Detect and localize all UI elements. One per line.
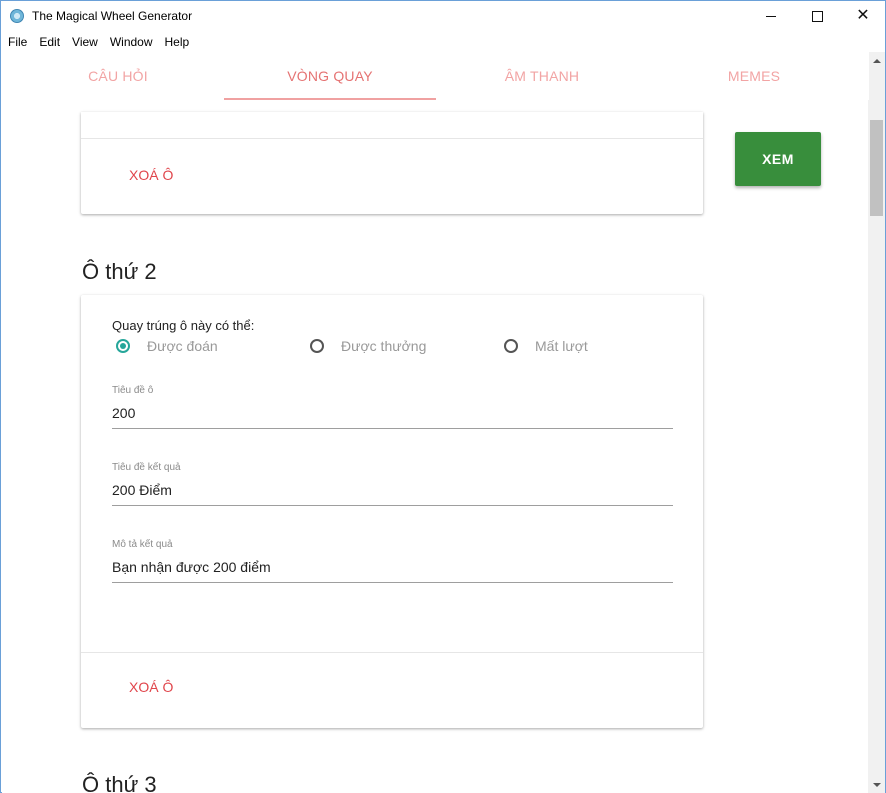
menu-file[interactable]: File [1,35,33,49]
scroll-down-button[interactable] [868,776,885,793]
menu-bar: File Edit View Window Help [1,31,885,52]
app-window: The Magical Wheel Generator ✕ File Edit … [0,0,886,793]
minimize-icon [766,15,776,17]
card-divider [81,652,703,653]
menu-view[interactable]: View [66,35,104,49]
slot-3-title: Ô thứ 3 [82,772,157,793]
window-title: The Magical Wheel Generator [32,9,193,23]
field-underline [112,428,673,429]
field-underline [112,582,673,583]
radio-guess-label: Được đoán [147,338,218,354]
maximize-icon [811,10,823,22]
result-description-input[interactable]: Bạn nhận được 200 điểm [112,559,673,579]
title-bar[interactable]: The Magical Wheel Generator ✕ [1,1,885,31]
content-area: CÂU HỎI VÒNG QUAY ÂM THANH MEMES XOÁ Ô X… [2,52,869,793]
delete-slot-2-button[interactable]: XOÁ Ô [114,675,188,699]
radio-checked-icon [116,339,130,353]
delete-slot-1-button[interactable]: XOÁ Ô [114,163,188,187]
field-underline [112,505,673,506]
radio-guess[interactable]: Được đoán [116,338,218,354]
slot-title-field[interactable]: Tiêu đề ô 200 [112,385,673,429]
tab-questions[interactable]: CÂU HỎI [12,52,224,99]
menu-window[interactable]: Window [104,35,159,49]
result-title-field[interactable]: Tiêu đề kết quả 200 Điểm [112,462,673,506]
result-description-label: Mô tả kết quả [112,539,173,550]
menu-help[interactable]: Help [159,35,196,49]
active-tab-indicator [224,98,436,100]
radio-lose-turn[interactable]: Mất lượt [504,338,588,354]
radio-unchecked-icon [504,339,518,353]
radio-reward[interactable]: Được thưởng [310,338,426,354]
slot-title-label: Tiêu đề ô [112,385,154,396]
tab-wheel[interactable]: VÒNG QUAY [224,52,436,99]
slot-2-title: Ô thứ 2 [82,259,157,284]
slot-card-1: XOÁ Ô [81,112,703,214]
minimize-button[interactable] [748,1,794,31]
slot-card-2: Quay trúng ô này có thể: Được đoán Được … [81,295,703,728]
view-button[interactable]: XEM [735,132,821,186]
result-description-field[interactable]: Mô tả kết quả Bạn nhận được 200 điểm [112,539,673,583]
result-title-input[interactable]: 200 Điểm [112,482,673,502]
slot-title-input[interactable]: 200 [112,405,673,425]
arrow-up-icon [872,58,881,63]
card-divider [81,138,703,139]
vertical-scrollbar[interactable] [868,52,885,793]
radio-lose-turn-label: Mất lượt [535,338,588,354]
tab-memes[interactable]: MEMES [648,52,860,99]
scroll-thumb[interactable] [870,120,883,216]
maximize-button[interactable] [794,1,840,31]
tab-sound[interactable]: ÂM THANH [436,52,648,99]
radio-unchecked-icon [310,339,324,353]
menu-edit[interactable]: Edit [33,35,66,49]
tab-bar: CÂU HỎI VÒNG QUAY ÂM THANH MEMES [2,52,869,100]
radio-reward-label: Được thưởng [341,338,427,354]
app-logo-icon [10,9,24,23]
outcome-question: Quay trúng ô này có thể: [112,318,255,333]
scroll-up-button[interactable] [868,52,885,69]
close-icon: ✕ [856,7,870,24]
result-title-label: Tiêu đề kết quả [112,462,181,473]
close-button[interactable]: ✕ [840,1,886,31]
arrow-down-icon [872,782,881,787]
